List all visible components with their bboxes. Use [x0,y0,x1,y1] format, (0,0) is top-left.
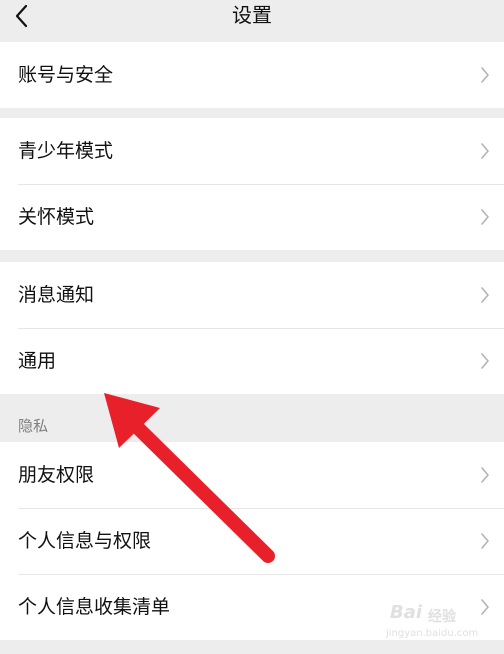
chevron-right-icon [481,533,489,549]
watermark-logo: Bai 经验 jingyan.baidu.com [384,594,496,650]
settings-group-general: 消息通知 通用 [0,262,504,394]
watermark-url: jingyan.baidu.com [386,628,479,639]
row-label: 关怀模式 [18,206,95,228]
row-label: 个人信息与权限 [18,530,152,552]
page-title: 设置 [232,3,272,27]
row-label: 个人信息收集清单 [18,596,171,618]
watermark-brand: Bai [390,602,423,623]
row-label: 账号与安全 [18,64,114,86]
settings-row-care-mode[interactable]: 关怀模式 [0,184,504,250]
chevron-right-icon [481,287,489,303]
settings-row-notifications[interactable]: 消息通知 [0,262,504,328]
settings-row-friend-permissions[interactable]: 朋友权限 [0,442,504,508]
settings-row-account-security[interactable]: 账号与安全 [0,42,504,108]
nav-bar: 设置 [0,0,504,38]
settings-row-general[interactable]: 通用 [0,328,504,394]
chevron-right-icon [481,143,489,159]
settings-row-teen-mode[interactable]: 青少年模式 [0,118,504,184]
row-label: 通用 [18,350,57,372]
chevron-right-icon [481,209,489,225]
row-label: 消息通知 [18,284,95,306]
settings-group-account: 账号与安全 [0,42,504,108]
chevron-right-icon [481,67,489,83]
chevron-right-icon [481,353,489,369]
settings-row-personal-info-permissions[interactable]: 个人信息与权限 [0,508,504,574]
settings-group-modes: 青少年模式 关怀模式 [0,118,504,250]
chevron-right-icon [481,467,489,483]
row-label: 青少年模式 [18,140,114,162]
row-label: 朋友权限 [18,464,95,486]
section-label-privacy: 隐私 [18,417,49,435]
watermark-sub: 经验 [428,609,456,625]
